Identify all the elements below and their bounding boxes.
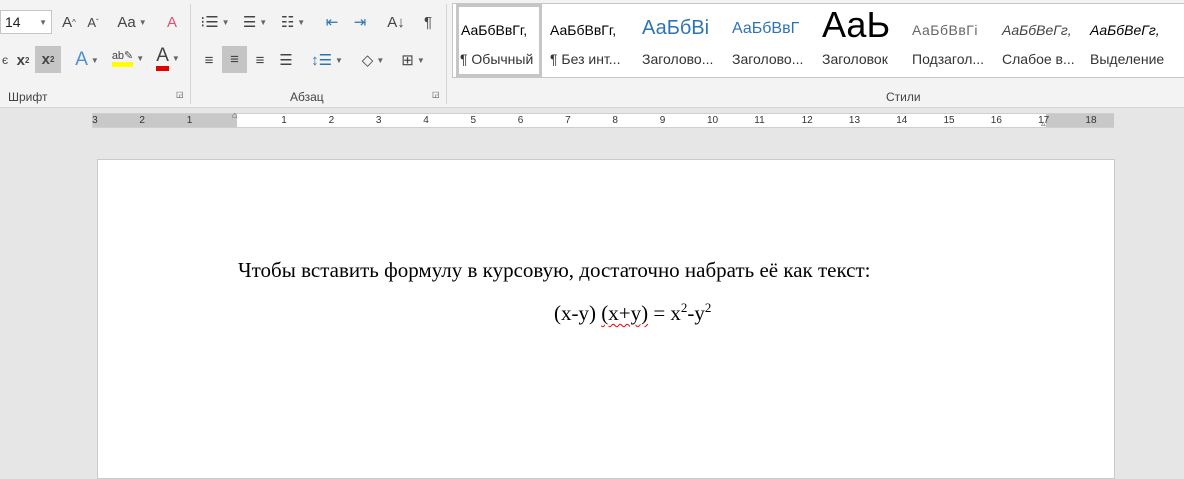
line-spacing-button[interactable]: ↕☰ ▼ [310,48,344,72]
shading-button[interactable]: ◇ ▼ [356,48,390,72]
style-subtle-emphasis[interactable]: АаБбВеГг, Слабое в... [998,4,1088,77]
grow-font-button[interactable]: A ^ [58,10,80,34]
show-marks-button[interactable]: ¶ [418,10,438,34]
ruler-number: 16 [990,115,1002,126]
highlighter-icon: ab✎ [111,49,134,67]
justify-button[interactable]: ☰ [274,48,298,72]
ruler-number: 11 [754,115,765,126]
align-left-button[interactable]: ≡ [198,48,220,72]
highlight-button[interactable]: ab✎ ▼ [110,46,146,70]
superscript-button[interactable]: x2 [35,46,61,73]
ruler-number: 13 [848,115,861,126]
align-center-button[interactable]: ≡ [222,46,247,73]
ruler-number: 3 [375,115,382,126]
change-case-button[interactable]: Aa ▼ [114,10,150,34]
decrease-indent-button[interactable]: ⇤ [320,10,344,34]
shrink-font-button[interactable]: Aˇ [82,10,104,34]
ruler-number: 4 [423,115,429,126]
horizontal-ruler[interactable]: 3 2 1 1 2 3 4 5 6 7 8 9 10 11 12 13 14 15 16 17 18 ⌂ ▵ [92,110,1114,129]
ruler-number: 9 [659,115,666,126]
chevron-down-icon: ▼ [39,18,47,27]
ruler-number: 1 [281,115,287,126]
style-normal[interactable]: АаБбВвГг, ¶ Обычный [456,4,542,77]
font-size-select[interactable]: 14 ▼ [0,10,52,34]
group-label-styles: Стили [886,90,921,104]
increase-indent-button[interactable]: ⇥ [348,10,372,34]
ruler-number: 5 [470,115,477,126]
document-page[interactable]: Чтобы вставить формулу в курсовую, доста… [97,159,1115,479]
multilevel-list-button[interactable]: ☷ ▼ [276,10,310,34]
align-right-button[interactable]: ≡ [249,48,271,72]
borders-button[interactable]: ⊞ ▼ [396,48,430,72]
ruler-number: 10 [707,115,719,126]
spelling-error: (x+y) [601,301,649,325]
styles-gallery: АаБбВвГг, ¶ Обычный АаБбВвГг, ¶ Без инт...… [452,3,1184,78]
text-effects-button[interactable]: A ▼ [72,48,102,72]
group-label-paragraph: Абзац [290,90,324,104]
ruler-number: 15 [943,115,955,126]
sort-button[interactable]: A↓ [384,10,408,34]
ruler-number: 2 [328,115,335,126]
ruler-number: 6 [517,115,524,126]
formula-line: (x-y) (x+y) = x2-y2 [554,300,712,325]
group-label-font: Шрифт [8,90,48,104]
bullets-button[interactable]: ⁝☰ ▼ [198,10,232,34]
ruler-number: 2 [139,115,145,126]
style-heading-2[interactable]: АаБбВвГ Заголово... [728,4,818,77]
font-color-button[interactable]: A ▼ [150,45,186,71]
right-indent-marker-icon[interactable]: ▵ [1041,118,1046,129]
dialog-launcher-icon[interactable]: ◲ [432,90,440,99]
ruler-number: 18 [1085,115,1097,126]
dialog-launcher-icon[interactable]: ◲ [176,90,184,99]
ruler-number: 8 [612,115,618,126]
font-color-icon: A [156,45,169,71]
clear-formatting-icon[interactable]: A [160,10,184,34]
ruler-number: 12 [801,115,813,126]
style-heading-1[interactable]: АаБбВі Заголово... [638,4,728,77]
style-subtitle[interactable]: АаБбВвГі Подзагол... [908,4,998,77]
ruler-number: 7 [565,115,571,126]
ribbon: 14 ▼ A ^ Aˇ Aa ▼ A є x2 x2 A ▼ ab✎ ▼ A ▼ Шрифт… [0,0,1184,108]
style-title[interactable]: АаЬ Заголовок [818,4,908,77]
subscript-button[interactable]: x2 [12,48,34,72]
indent-marker-icon[interactable]: ⌂ [232,110,237,120]
paragraph-text: Чтобы вставить формулу в курсовую, доста… [238,258,871,282]
style-no-spacing[interactable]: АаБбВвГг, ¶ Без инт... [546,4,636,77]
ruler-number: 14 [896,115,908,126]
numbering-button[interactable]: ☰ ▼ [238,10,272,34]
style-emphasis[interactable]: АаБбВеГг, Выделение [1086,4,1176,77]
ruler-number: 1 [186,115,193,126]
strikethrough-button[interactable]: є [0,48,10,72]
ruler-number: 3 [92,115,98,126]
